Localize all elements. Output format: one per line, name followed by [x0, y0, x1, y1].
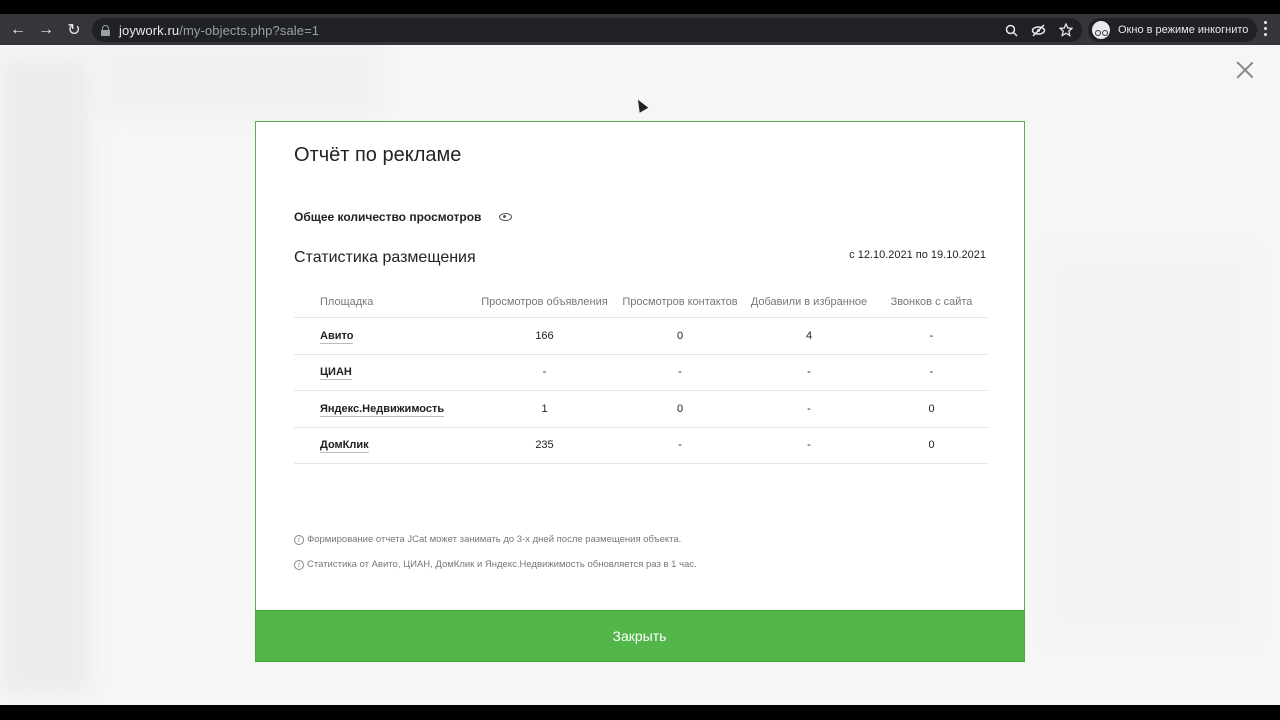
zoom-icon[interactable]	[1003, 22, 1020, 39]
column-header: Просмотров контактов	[622, 295, 738, 308]
lock-icon	[101, 24, 110, 36]
table-cell: -	[678, 366, 682, 379]
note-text: Формирование отчета JCat может занимать …	[307, 534, 682, 545]
table-cell: 0	[676, 402, 684, 415]
table-cell: -	[929, 329, 934, 342]
table-cell: 0	[928, 402, 935, 415]
table-cell: -	[807, 402, 811, 415]
date-range: с 12.10.2021 по 19.10.2021	[849, 249, 986, 261]
reload-icon[interactable]: ↻	[61, 17, 87, 43]
note-text: Статистика от Авито, ЦИАН, ДомКлик и Янд…	[307, 559, 697, 570]
site-link-domclick[interactable]: ДомКлик	[320, 439, 369, 454]
report-note-1: i Формирование отчета JCat может занимат…	[294, 534, 681, 545]
page-background: Отчёт по рекламе Общее количество просмо…	[0, 45, 1280, 705]
url-path: /my-objects.php?sale=1	[179, 22, 320, 38]
table-row: Авито 166 0 4 -	[294, 318, 988, 355]
video-bottom-letterbox	[0, 705, 1280, 720]
table-row: ДомКлик 235 - - 0	[294, 428, 988, 464]
url-text[interactable]: joywork.ru/my-objects.php?sale=1	[119, 23, 319, 38]
total-views-row: Общее количество просмотров	[294, 210, 513, 224]
bookmark-star-icon[interactable]	[1057, 22, 1074, 39]
tracking-blocked-eye-icon[interactable]	[1030, 22, 1047, 39]
table-row: Яндекс.Недвижимость 1 0 - 0	[294, 391, 988, 428]
address-bar[interactable]: joywork.ru/my-objects.php?sale=1	[92, 18, 1082, 42]
close-button[interactable]: Закрыть	[254, 609, 1025, 662]
table-cell: 235	[535, 439, 554, 452]
report-note-2: i Статистика от Авито, ЦИАН, ДомКлик и Я…	[294, 559, 697, 570]
table-cell: -	[678, 439, 682, 452]
table-row: ЦИАН - - - -	[294, 355, 988, 391]
video-top-letterbox	[0, 0, 1280, 14]
incognito-indicator[interactable]: Окно в режиме инкогнито	[1088, 18, 1258, 42]
stats-title: Статистика размещения	[294, 249, 476, 266]
table-cell: 0	[928, 439, 935, 452]
table-header: Площадка Просмотров объявления Просмотро…	[294, 286, 988, 318]
forward-arrow-icon[interactable]: →	[33, 17, 59, 43]
table-cell: -	[929, 366, 934, 379]
total-views-label: Общее количество просмотров	[294, 210, 482, 224]
column-header: Звонков с сайта	[890, 295, 973, 308]
site-link-yandex[interactable]: Яндекс.Недвижимость	[320, 402, 445, 417]
site-link-avito[interactable]: Авито	[320, 329, 354, 344]
column-header: Добавили в избранное	[750, 295, 868, 308]
column-header: Площадка	[320, 295, 374, 308]
info-icon: i	[294, 559, 304, 570]
table-cell: 166	[535, 329, 554, 342]
table-cell: 4	[805, 329, 813, 342]
table-cell: 1	[541, 402, 548, 415]
incognito-label: Окно в режиме инкогнито	[1118, 24, 1249, 36]
ad-report-modal: Отчёт по рекламе Общее количество просмо…	[254, 121, 1025, 662]
column-header: Просмотров объявления	[481, 295, 608, 308]
table-cell: -	[542, 366, 547, 379]
overlay-close-icon[interactable]	[1236, 61, 1254, 79]
info-icon: i	[294, 534, 304, 545]
url-domain: joywork.ru	[119, 22, 180, 38]
table-cell: 0	[676, 329, 684, 342]
table-cell: -	[807, 366, 811, 379]
incognito-icon	[1092, 21, 1110, 39]
modal-title: Отчёт по рекламе	[294, 144, 462, 166]
table-cell: -	[807, 439, 811, 452]
browser-menu-icon[interactable]	[1264, 21, 1268, 39]
site-link-cian[interactable]: ЦИАН	[320, 366, 352, 381]
eye-icon[interactable]	[499, 213, 513, 221]
back-arrow-icon[interactable]: ←	[5, 17, 31, 43]
stats-table: Площадка Просмотров объявления Просмотро…	[294, 286, 988, 464]
browser-toolbar: ← → ↻ joywork.ru/my-objects.php?sale=1 О…	[0, 14, 1280, 45]
